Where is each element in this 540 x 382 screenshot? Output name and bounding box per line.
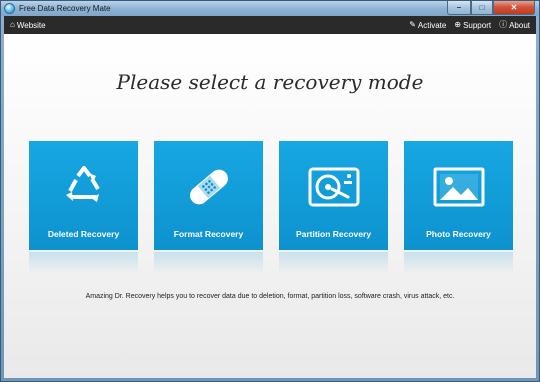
activate-link[interactable]: ✎ Activate	[409, 21, 446, 30]
close-button[interactable]: ✕	[493, 1, 535, 15]
support-label: Support	[463, 20, 492, 30]
format-recovery-tile[interactable]: Format Recovery	[154, 141, 263, 250]
page-title: Please select a recovery mode	[116, 70, 424, 94]
tile-label: Deleted Recovery	[47, 229, 120, 239]
tile-label: Photo Recovery	[426, 229, 491, 239]
main-content: Please select a recovery mode Deleted Re…	[4, 34, 536, 378]
app-header-bar: ⌂ Website ✎ Activate ⊕ Support ⓘ About	[4, 16, 536, 34]
tile-label: Partition Recovery	[295, 229, 372, 239]
support-link[interactable]: ⊕ Support	[454, 21, 491, 30]
info-icon: ⓘ	[499, 20, 508, 29]
description-text: Amazing Dr. Recovery helps you to recove…	[85, 293, 455, 300]
website-label: Website	[16, 20, 46, 30]
recovery-mode-tiles: Deleted Recovery Format Recovery Partiti…	[29, 141, 515, 274]
photo-recovery-tile[interactable]: Photo Recovery	[404, 141, 513, 250]
about-label: About	[509, 20, 530, 30]
about-link[interactable]: ⓘ About	[499, 21, 530, 30]
tile-label: Format Recovery	[173, 229, 244, 239]
minimize-button[interactable]: –	[447, 1, 471, 15]
home-icon: ⌂	[10, 20, 15, 29]
maximize-button[interactable]: □	[471, 1, 493, 15]
tile-reflection	[279, 252, 388, 274]
title-bar[interactable]: Free Data Recovery Mate – □ ✕	[1, 1, 539, 16]
activate-label: Activate	[417, 20, 447, 30]
tile-reflection	[29, 252, 138, 274]
window-title: Free Data Recovery Mate	[19, 4, 111, 13]
app-icon	[4, 3, 15, 14]
recycle-icon	[29, 161, 138, 213]
app-window: Free Data Recovery Mate – □ ✕ ⌂ Website …	[0, 0, 540, 382]
header-links: ✎ Activate ⊕ Support ⓘ About	[409, 21, 530, 30]
wrench-icon: ✎	[409, 20, 416, 29]
photo-icon	[404, 161, 513, 213]
partition-recovery-tile[interactable]: Partition Recovery	[279, 141, 388, 250]
lifebuoy-icon: ⊕	[454, 20, 462, 29]
hard-drive-icon	[279, 161, 388, 213]
deleted-recovery-tile[interactable]: Deleted Recovery	[29, 141, 138, 250]
window-controls: – □ ✕	[447, 1, 535, 15]
website-link[interactable]: ⌂ Website	[10, 21, 46, 30]
tile-reflection	[154, 252, 263, 274]
bandage-icon	[154, 161, 263, 213]
tile-reflection	[404, 252, 513, 274]
